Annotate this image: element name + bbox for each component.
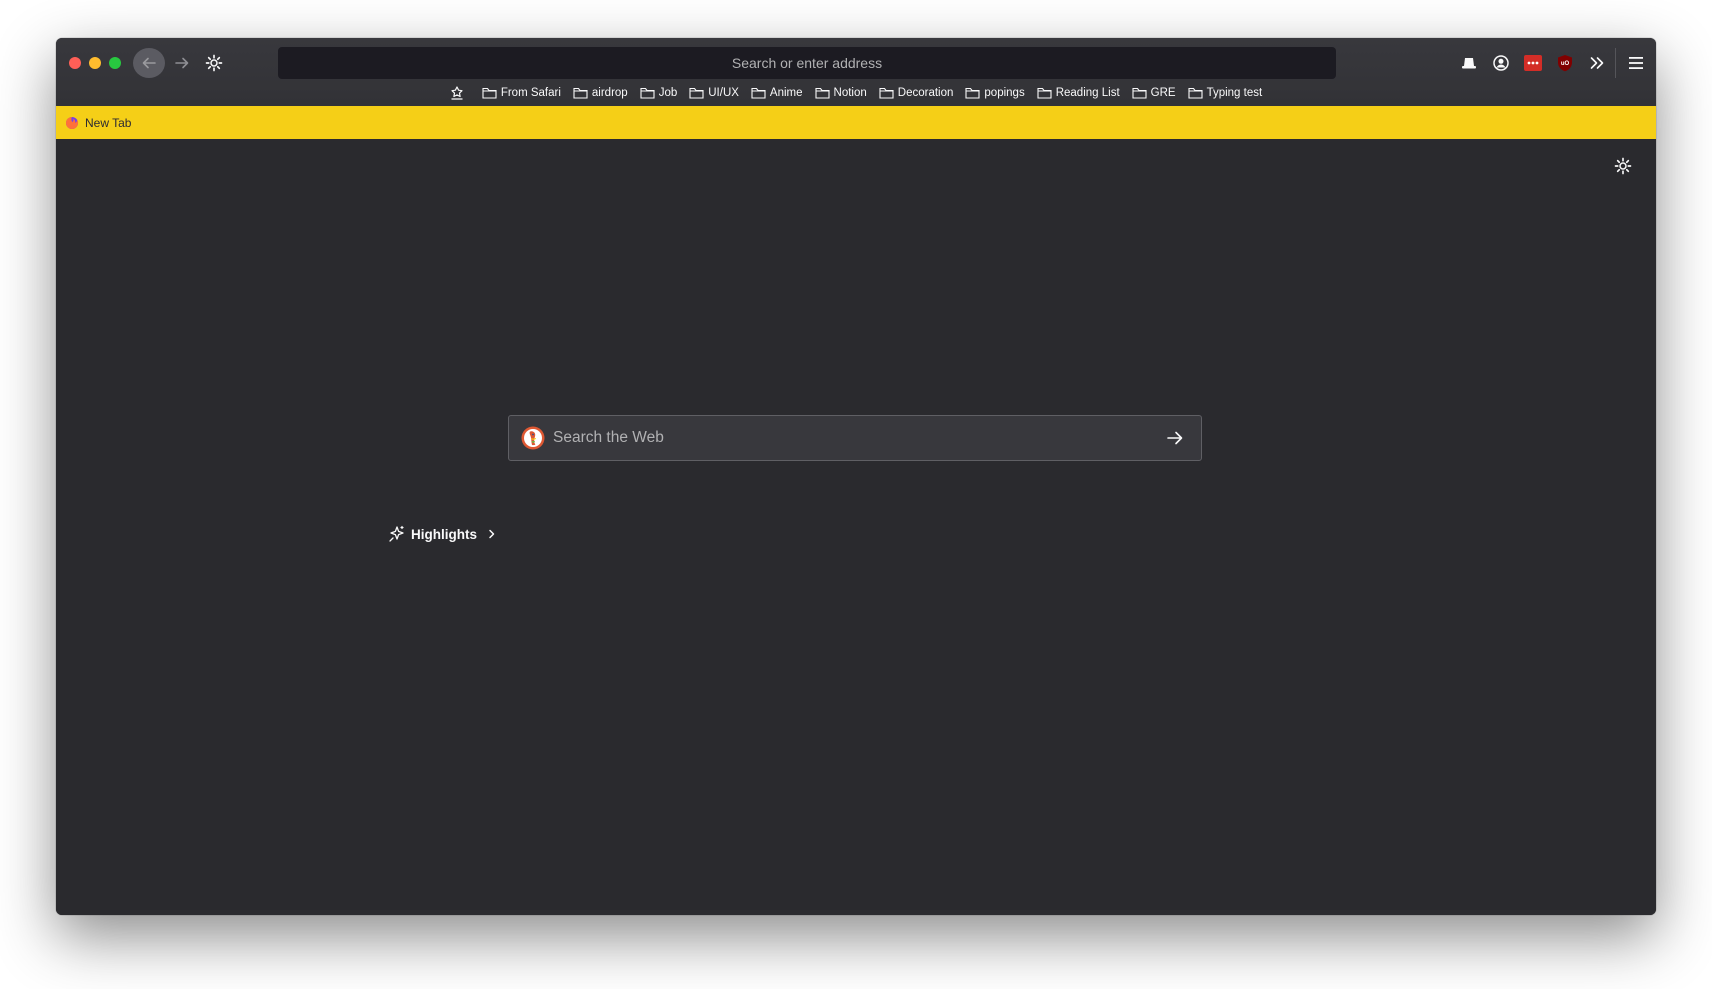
folder-icon <box>965 87 980 99</box>
back-arrow-icon <box>142 57 156 69</box>
sparkle-icon <box>389 525 404 542</box>
ublock-icon: uO <box>1558 55 1572 72</box>
web-search-box[interactable] <box>508 415 1202 461</box>
folder-icon <box>573 87 588 99</box>
account-icon <box>1493 55 1509 71</box>
bookmark-folder[interactable]: Decoration <box>873 82 960 104</box>
toolbar: uO From Safari <box>56 38 1656 106</box>
hamburger-menu-icon <box>1629 57 1643 69</box>
bookmark-label: UI/UX <box>708 87 739 99</box>
folder-icon <box>751 87 766 99</box>
lastpass-icon <box>1524 55 1542 71</box>
close-window-button[interactable] <box>69 57 81 69</box>
ublock-extension-button[interactable]: uO <box>1553 51 1577 75</box>
new-tab-page: Highlights <box>56 139 1656 915</box>
folder-icon <box>482 87 497 99</box>
bookmark-folder[interactable]: Anime <box>745 82 809 104</box>
bookmark-label: Job <box>658 87 678 99</box>
container-button[interactable] <box>1457 51 1481 75</box>
bookmark-folder[interactable]: UI/UX <box>683 82 745 104</box>
duckduckgo-logo-icon <box>521 426 545 450</box>
bookmark-label: Anime <box>769 87 803 99</box>
app-menu-button[interactable] <box>1624 51 1648 75</box>
bookmarks-toolbar: From Safari airdrop Job UI/UX Anime Noti… <box>56 80 1656 106</box>
folder-icon <box>1132 87 1147 99</box>
bookmark-label: Reading List <box>1055 87 1120 99</box>
hat-icon <box>1462 58 1476 69</box>
chevron-right-icon <box>489 529 495 539</box>
forward-arrow-icon <box>175 57 189 69</box>
folder-icon <box>879 87 894 99</box>
highlights-section-header[interactable]: Highlights <box>388 525 497 543</box>
folder-icon <box>640 87 655 99</box>
bookmark-folder[interactable]: popings <box>959 82 1030 104</box>
manage-bookmarks-button[interactable] <box>444 82 476 104</box>
address-input[interactable] <box>278 54 1336 72</box>
bookmark-folder[interactable]: Typing test <box>1182 82 1269 104</box>
bookmark-label: popings <box>984 87 1025 99</box>
svg-text:uO: uO <box>1561 61 1570 67</box>
folder-icon <box>814 87 830 99</box>
bookmark-label: Decoration <box>897 87 954 99</box>
bookmark-folder[interactable]: Job <box>634 82 684 104</box>
tab-strip: New Tab <box>56 106 1656 139</box>
back-button[interactable] <box>133 48 165 78</box>
personalize-button[interactable] <box>1614 157 1634 177</box>
highlights-label: Highlights <box>411 526 477 542</box>
bookmark-label: From Safari <box>500 87 561 99</box>
bookmark-folder[interactable]: GRE <box>1126 82 1182 104</box>
arrow-right-icon <box>1167 431 1183 445</box>
tab-label: New Tab <box>85 115 132 130</box>
toolbar-divider <box>1615 48 1616 78</box>
folder-icon <box>1188 87 1203 99</box>
minimize-window-button[interactable] <box>89 57 101 69</box>
bookmark-label: airdrop <box>591 87 628 99</box>
tab-new-tab[interactable]: New Tab <box>56 106 131 139</box>
folder-icon <box>689 87 704 99</box>
maximize-window-button[interactable] <box>109 57 121 69</box>
bookmark-folder[interactable]: airdrop <box>567 82 634 104</box>
overflow-chevrons-icon <box>1590 57 1604 69</box>
bookmark-label: Typing test <box>1206 87 1263 99</box>
firefox-logo-icon <box>66 116 78 129</box>
overflow-menu-button[interactable] <box>1585 51 1609 75</box>
forward-button[interactable] <box>166 48 198 78</box>
web-search-input[interactable] <box>545 428 1161 448</box>
gear-icon <box>1614 157 1632 175</box>
bookmark-folder[interactable]: From Safari <box>476 82 567 104</box>
account-button[interactable] <box>1489 51 1513 75</box>
folder-icon <box>1037 87 1052 99</box>
star-tray-icon <box>451 86 463 100</box>
address-bar[interactable] <box>278 47 1336 79</box>
customize-button[interactable] <box>198 48 230 78</box>
bookmark-label: GRE <box>1150 87 1176 99</box>
search-submit-button[interactable] <box>1161 424 1189 452</box>
bookmark-folder[interactable]: Notion <box>809 82 873 104</box>
lastpass-extension-button[interactable] <box>1521 51 1545 75</box>
bookmark-label: Notion <box>833 87 867 99</box>
browser-window: uO From Safari <box>56 38 1656 915</box>
gear-icon <box>205 54 223 72</box>
bookmark-folder[interactable]: Reading List <box>1031 82 1126 104</box>
